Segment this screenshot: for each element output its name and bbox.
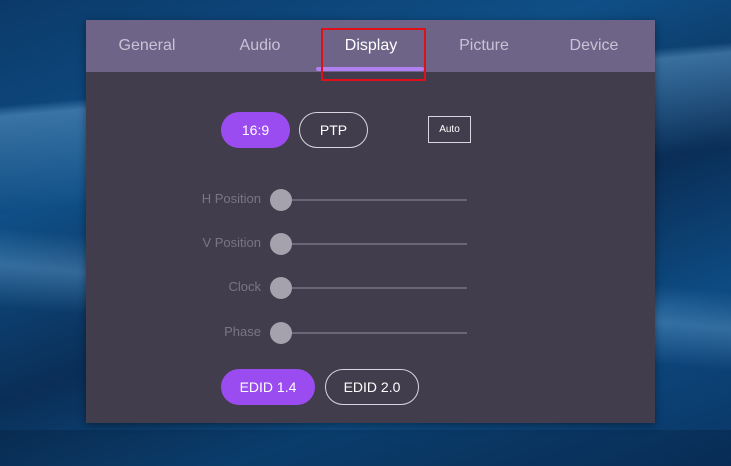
settings-panel: General Audio Display Picture Device 16:… xyxy=(86,20,655,423)
edid-1-4-button[interactable]: EDID 1.4 xyxy=(221,369,315,405)
tab-audio[interactable]: Audio xyxy=(205,20,315,72)
v-position-track[interactable] xyxy=(281,243,467,245)
phase-knob[interactable] xyxy=(270,322,292,344)
h-position-slider-row: H Position xyxy=(86,187,655,211)
tab-general[interactable]: General xyxy=(92,20,202,72)
aspect-16-9-button[interactable]: 16:9 xyxy=(221,112,290,148)
auto-adjust-button[interactable]: Auto xyxy=(428,116,471,143)
edid-2-0-button[interactable]: EDID 2.0 xyxy=(325,369,419,405)
desktop-bottom-area xyxy=(0,430,731,466)
clock-track[interactable] xyxy=(281,287,467,289)
clock-slider-row: Clock xyxy=(86,275,655,299)
phase-label: Phase xyxy=(224,324,261,339)
aspect-ptp-button[interactable]: PTP xyxy=(299,112,368,148)
h-position-label: H Position xyxy=(201,191,261,206)
v-position-slider-row: V Position xyxy=(86,231,655,255)
tab-device[interactable]: Device xyxy=(539,20,649,72)
clock-label: Clock xyxy=(228,279,261,294)
phase-slider-row: Phase xyxy=(86,320,655,344)
phase-track[interactable] xyxy=(281,332,467,334)
v-position-label: V Position xyxy=(202,235,261,250)
v-position-knob[interactable] xyxy=(270,233,292,255)
h-position-track[interactable] xyxy=(281,199,467,201)
tab-picture[interactable]: Picture xyxy=(429,20,539,72)
clock-knob[interactable] xyxy=(270,277,292,299)
h-position-knob[interactable] xyxy=(270,189,292,211)
display-tab-highlight xyxy=(321,28,426,81)
